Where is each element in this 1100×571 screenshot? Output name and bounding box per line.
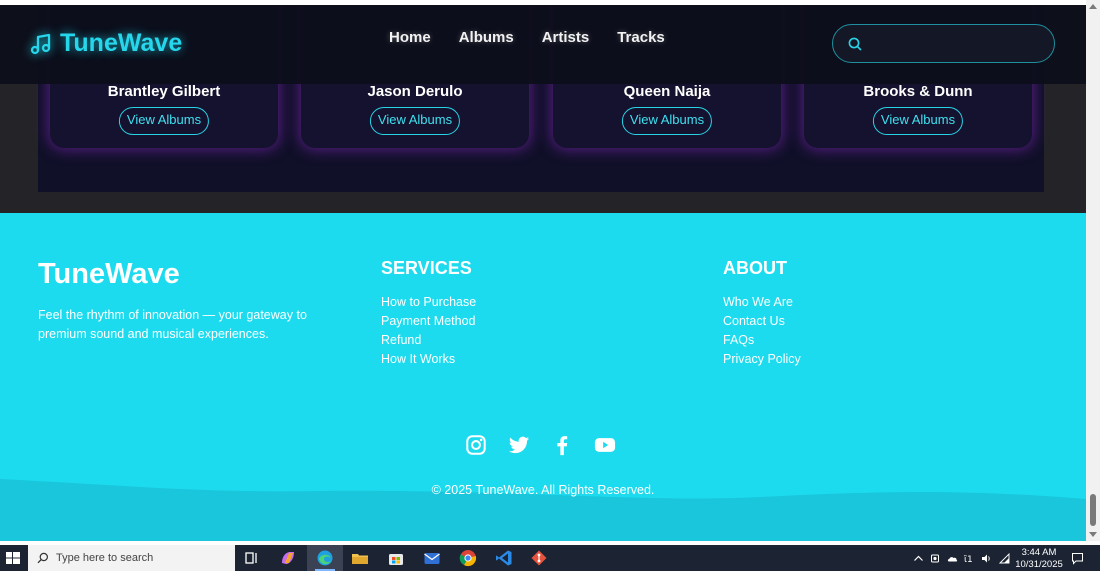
- clock-date: 10/31/2025: [1015, 559, 1063, 570]
- taskbar-clock[interactable]: 3:44 AM 10/31/2025: [1014, 547, 1064, 571]
- view-albums-button[interactable]: View Albums: [621, 107, 713, 135]
- windows-start-icon[interactable]: [0, 545, 26, 571]
- twitter-icon[interactable]: [508, 434, 530, 456]
- store-icon[interactable]: [387, 549, 405, 567]
- artist-name: Queen Naija: [623, 83, 711, 100]
- brand-name: TuneWave: [60, 29, 183, 57]
- mail-icon[interactable]: [423, 549, 441, 567]
- git-icon[interactable]: [530, 549, 548, 567]
- nav-link-tracks[interactable]: Tracks: [617, 29, 665, 46]
- footer-link-how-to-purchase[interactable]: How to Purchase: [381, 293, 476, 312]
- footer-link-payment-method[interactable]: Payment Method: [381, 312, 476, 331]
- view-albums-button[interactable]: View Albums: [118, 107, 210, 135]
- search-box[interactable]: [832, 24, 1055, 63]
- footer-link-how-it-works[interactable]: How It Works: [381, 350, 476, 369]
- artist-name: Brooks & Dunn: [863, 83, 973, 100]
- page-scrollbar[interactable]: [1086, 0, 1100, 541]
- site-footer: TuneWave Feel the rhythm of innovation —…: [0, 213, 1086, 541]
- chevron-up-icon[interactable]: [913, 553, 924, 564]
- task-view-icon[interactable]: [243, 549, 261, 567]
- windows-taskbar: Type here to search ἲ1 3:44 AM 10/31/202…: [0, 545, 1100, 571]
- edge-icon[interactable]: [316, 549, 334, 567]
- clock-time: 3:44 AM: [1021, 547, 1057, 558]
- copyright-text: © 2025 TuneWave. All Rights Reserved.: [431, 483, 655, 497]
- top-navbar: TuneWave Home Albums Artists Tracks: [0, 5, 1086, 84]
- chrome-icon[interactable]: [459, 549, 477, 567]
- notification-center-icon[interactable]: [1071, 552, 1084, 565]
- wifi-icon[interactable]: [999, 553, 1010, 564]
- about-column: ABOUT Who We Are Contact Us FAQs Privacy…: [723, 258, 801, 369]
- services-heading: SERVICES: [381, 258, 472, 278]
- taskbar-search-box[interactable]: Type here to search: [28, 545, 235, 571]
- taskbar-search-placeholder: Type here to search: [56, 552, 154, 564]
- facebook-icon[interactable]: [551, 434, 573, 456]
- scroll-thumb[interactable]: [1090, 494, 1096, 526]
- footer-link-who-we-are[interactable]: Who We Are: [723, 293, 801, 312]
- footer-link-faqs[interactable]: FAQs: [723, 331, 801, 350]
- footer-link-contact-us[interactable]: Contact Us: [723, 312, 801, 331]
- view-albums-button[interactable]: View Albums: [872, 107, 964, 135]
- footer-link-privacy-policy[interactable]: Privacy Policy: [723, 350, 801, 369]
- volume-icon[interactable]: [981, 553, 992, 564]
- viewport-top-edge: [0, 0, 1086, 5]
- search-icon: [848, 37, 862, 51]
- footer-brand-title: TuneWave: [38, 258, 180, 290]
- footer-tagline: Feel the rhythm of innovation — your gat…: [38, 308, 307, 341]
- youtube-icon[interactable]: [594, 434, 616, 456]
- vscode-icon[interactable]: [495, 549, 513, 567]
- scroll-down-arrow-icon[interactable]: [1089, 532, 1097, 537]
- services-column: SERVICES How to Purchase Payment Method …: [381, 258, 476, 369]
- social-links: [465, 434, 637, 456]
- view-albums-button[interactable]: View Albums: [369, 107, 461, 135]
- footer-wave: [0, 479, 1086, 541]
- artist-name: Jason Derulo: [367, 83, 463, 100]
- artist-name: Brantley Gilbert: [107, 83, 221, 100]
- instagram-icon[interactable]: [465, 434, 487, 456]
- search-input[interactable]: [871, 33, 1041, 55]
- nav-link-artists[interactable]: Artists: [542, 29, 590, 46]
- nav-links: Home Albums Artists Tracks: [389, 29, 693, 46]
- brand-logo[interactable]: TuneWave: [29, 29, 182, 58]
- svg-text:ἲ1: ἲ1: [964, 555, 973, 564]
- file-explorer-icon[interactable]: [351, 549, 369, 567]
- onedrive-icon[interactable]: [947, 553, 958, 564]
- nav-link-home[interactable]: Home: [389, 29, 431, 46]
- network-icon[interactable]: ἲ1: [964, 553, 975, 564]
- nav-link-albums[interactable]: Albums: [459, 29, 514, 46]
- about-heading: ABOUT: [723, 258, 787, 278]
- footer-link-refund[interactable]: Refund: [381, 331, 476, 350]
- browser-viewport: Brantley Gilbert View Albums Jason Derul…: [0, 0, 1086, 541]
- copilot-icon[interactable]: [279, 549, 297, 567]
- scroll-up-arrow-icon[interactable]: [1089, 4, 1097, 9]
- music-note-icon: [30, 33, 51, 54]
- meet-now-icon[interactable]: [930, 553, 941, 564]
- search-icon: [37, 552, 49, 564]
